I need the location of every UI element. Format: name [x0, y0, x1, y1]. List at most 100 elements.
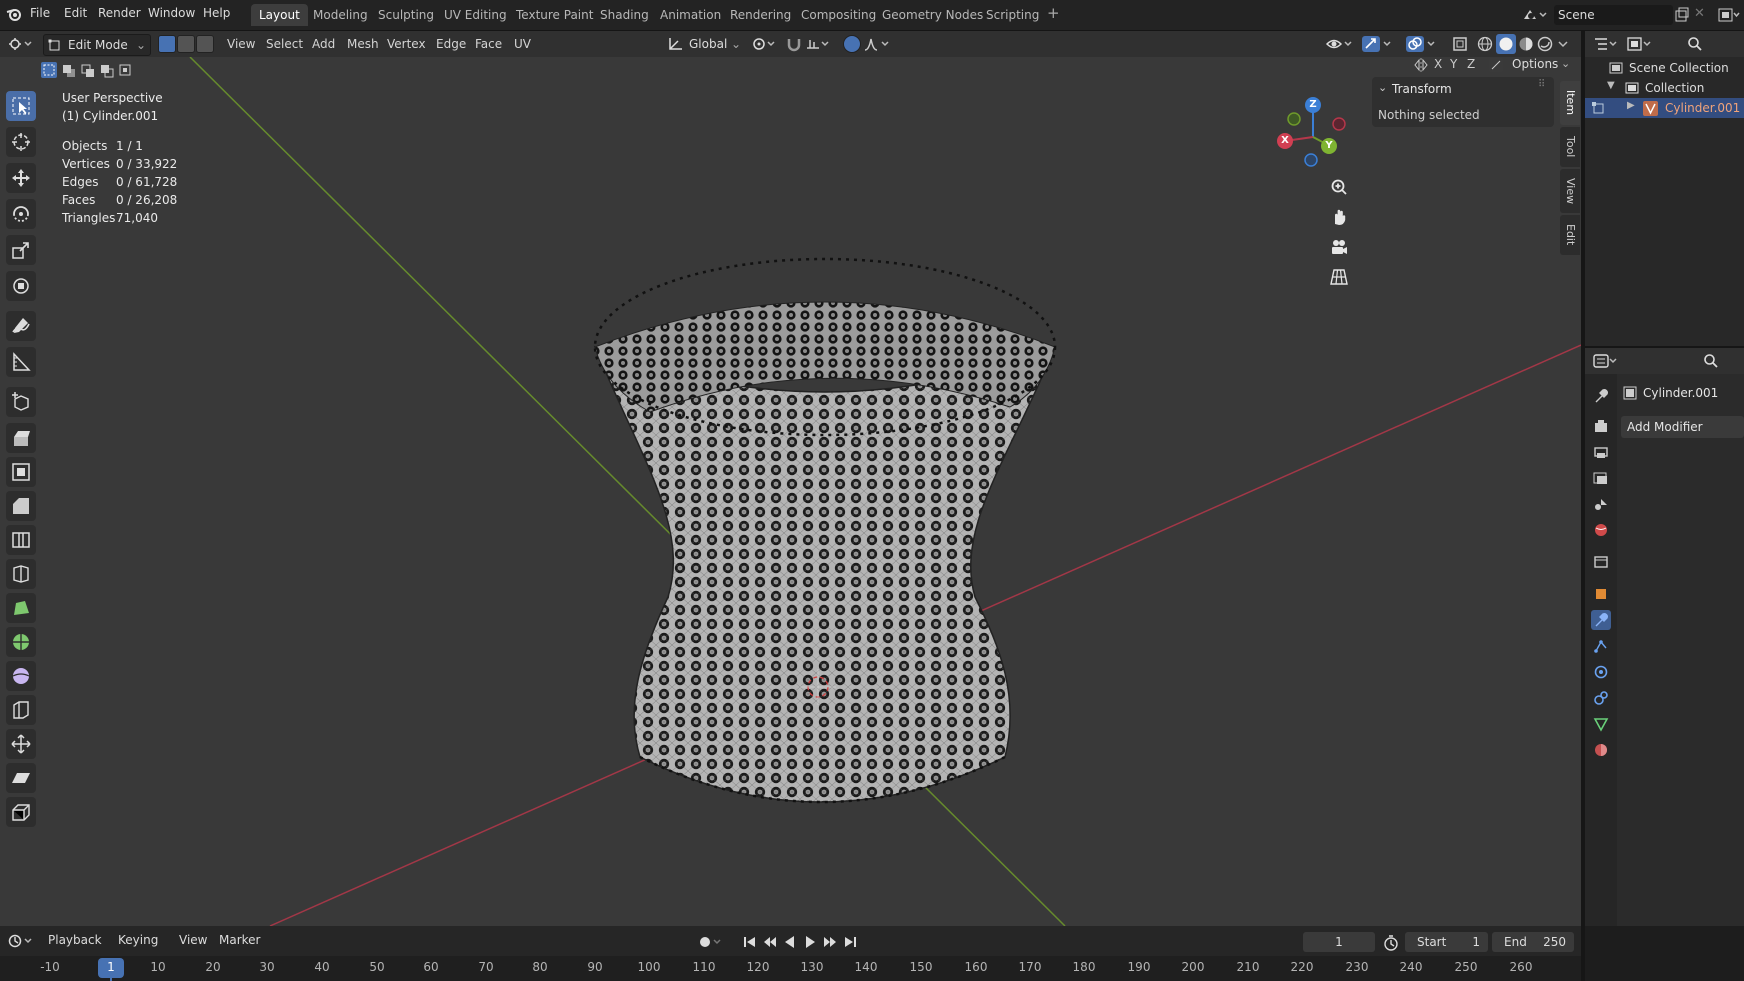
pan-hand-icon[interactable]	[1329, 207, 1349, 227]
auto-keying-icon[interactable]	[698, 934, 724, 950]
outliner-row-cylinder[interactable]: ▶ Cylinder.001	[1585, 98, 1744, 118]
tool-knife[interactable]	[6, 559, 36, 589]
header-menu-vertex[interactable]: Vertex	[387, 37, 426, 51]
proportional-editing-button[interactable]	[843, 35, 861, 53]
add-workspace-button[interactable]: +	[1047, 4, 1060, 22]
tool-extrude[interactable]	[6, 423, 36, 453]
modifier-properties-icon[interactable]	[1591, 610, 1611, 630]
camera-view-icon[interactable]	[1329, 237, 1349, 257]
jump-to-keyframe-back-icon[interactable]	[762, 934, 778, 950]
play-icon[interactable]	[802, 934, 818, 950]
header-menu-edge[interactable]: Edge	[436, 37, 466, 51]
start-frame-field[interactable]: Start 1	[1405, 932, 1488, 952]
tool-smooth[interactable]	[6, 661, 36, 691]
new-scene-icon[interactable]	[1674, 7, 1690, 23]
display-mode-icon[interactable]	[1627, 36, 1653, 52]
select-box-mode-icons[interactable]	[40, 61, 136, 79]
workspace-tab-layout[interactable]: Layout	[251, 4, 308, 26]
workspace-tab-rendering[interactable]: Rendering	[722, 4, 799, 26]
view-layer-icon[interactable]	[1718, 7, 1740, 23]
chevron-down-icon[interactable]: ⌄	[1378, 81, 1387, 94]
tool-rotate[interactable]	[6, 199, 36, 229]
tool-inset[interactable]	[6, 457, 36, 487]
tool-shrink-fatten[interactable]	[6, 729, 36, 759]
shading-solid-icon[interactable]	[1496, 34, 1516, 54]
workspace-tab-shading[interactable]: Shading	[592, 4, 657, 26]
topology-mirror-icon[interactable]	[1488, 57, 1504, 73]
edit-mode-icon[interactable]	[1591, 101, 1605, 115]
particles-properties-icon[interactable]	[1591, 636, 1611, 656]
tool-scale[interactable]	[6, 235, 36, 265]
gizmo-y-axis[interactable]: Y	[1321, 138, 1337, 154]
workspace-tab-uv-editing[interactable]: UV Editing	[436, 4, 515, 26]
shading-options-chevron-icon[interactable]	[1557, 36, 1569, 52]
mirror-y-toggle[interactable]: Y	[1450, 57, 1457, 71]
jump-to-start-icon[interactable]	[742, 934, 758, 950]
outliner-search-icon[interactable]	[1687, 36, 1703, 52]
visibility-eye-icon[interactable]	[1326, 36, 1354, 52]
scene-selector-icon[interactable]	[1522, 7, 1548, 23]
jump-to-keyframe-forward-icon[interactable]	[822, 934, 838, 950]
mirror-z-toggle[interactable]: Z	[1467, 57, 1475, 71]
current-frame-field[interactable]: 1	[1303, 932, 1375, 952]
view-layer-properties-icon[interactable]	[1591, 468, 1611, 488]
collection-properties-icon[interactable]	[1591, 552, 1611, 572]
physics-properties-icon[interactable]	[1591, 662, 1611, 682]
expand-triangle-icon[interactable]: ▼	[1607, 80, 1615, 91]
tool-loop-cut[interactable]	[6, 525, 36, 555]
sidebar-tab-edit[interactable]: Edit	[1560, 215, 1580, 255]
timeline-menu-view[interactable]: View	[179, 933, 207, 947]
play-reverse-icon[interactable]	[782, 934, 798, 950]
mirror-x-toggle[interactable]: X	[1434, 57, 1442, 71]
viewport-options-dropdown[interactable]: Options	[1512, 57, 1558, 71]
timeline-menu-playback[interactable]: Playback	[48, 933, 102, 947]
menu-help[interactable]: Help	[203, 6, 230, 20]
tool-poly-build[interactable]	[6, 593, 36, 623]
workspace-tab-sculpting[interactable]: Sculpting	[370, 4, 442, 26]
world-properties-icon[interactable]	[1591, 520, 1611, 540]
stopwatch-icon[interactable]	[1383, 935, 1399, 951]
tool-measure[interactable]	[6, 347, 36, 377]
scene-name-field[interactable]: Scene	[1554, 5, 1673, 25]
menu-render[interactable]: Render	[98, 6, 141, 20]
material-properties-icon[interactable]	[1591, 740, 1611, 760]
falloff-curve-icon[interactable]	[864, 36, 892, 52]
scene-properties-icon[interactable]	[1591, 494, 1611, 514]
timeline-menu-marker[interactable]: Marker	[219, 933, 260, 947]
tool-settings-icon[interactable]	[1591, 386, 1611, 406]
tool-add-cube[interactable]	[6, 387, 36, 417]
shading-material-icon[interactable]	[1518, 36, 1534, 52]
header-menu-view[interactable]: View	[227, 37, 255, 51]
workspace-tab-compositing[interactable]: Compositing	[793, 4, 884, 26]
area-divider[interactable]	[1581, 31, 1585, 981]
header-menu-add[interactable]: Add	[312, 37, 335, 51]
workspace-tab-texture-paint[interactable]: Texture Paint	[508, 4, 601, 26]
gizmo-toggle-icon[interactable]	[1362, 36, 1394, 52]
menu-edit[interactable]: Edit	[64, 6, 87, 20]
tool-move[interactable]	[6, 163, 36, 193]
tool-edge-slide[interactable]	[6, 695, 36, 725]
pivot-point-icon[interactable]	[752, 36, 778, 52]
gizmo-z-axis[interactable]: Z	[1305, 97, 1321, 113]
sidebar-tab-item[interactable]: Item	[1560, 81, 1580, 125]
transform-orientation-dropdown[interactable]: Global ⌄	[665, 34, 741, 54]
area-divider[interactable]	[1585, 346, 1744, 348]
jump-to-end-icon[interactable]	[842, 934, 858, 950]
end-frame-field[interactable]: End 250	[1492, 932, 1574, 952]
tool-select-box[interactable]	[6, 91, 36, 121]
orthographic-grid-icon[interactable]	[1329, 267, 1349, 287]
sidebar-tab-tool[interactable]: Tool	[1560, 127, 1580, 167]
expand-triangle-icon[interactable]: ▶	[1627, 100, 1635, 111]
header-menu-uv[interactable]: UV	[514, 37, 531, 51]
workspace-tab-animation[interactable]: Animation	[652, 4, 729, 26]
mirror-axes-icon[interactable]	[1413, 57, 1429, 73]
shading-wireframe-icon[interactable]	[1477, 36, 1493, 52]
overlays-toggle-icon[interactable]	[1406, 36, 1438, 52]
snap-target-icon[interactable]	[806, 36, 832, 52]
output-properties-icon[interactable]	[1591, 442, 1611, 462]
mode-dropdown[interactable]: Edit Mode ⌄	[43, 34, 151, 56]
edge-select-mode-button[interactable]	[177, 35, 195, 53]
zoom-icon[interactable]	[1329, 177, 1349, 197]
tool-bevel[interactable]	[6, 491, 36, 521]
panel-drag-handle-icon[interactable]: ⠿	[1538, 79, 1545, 90]
